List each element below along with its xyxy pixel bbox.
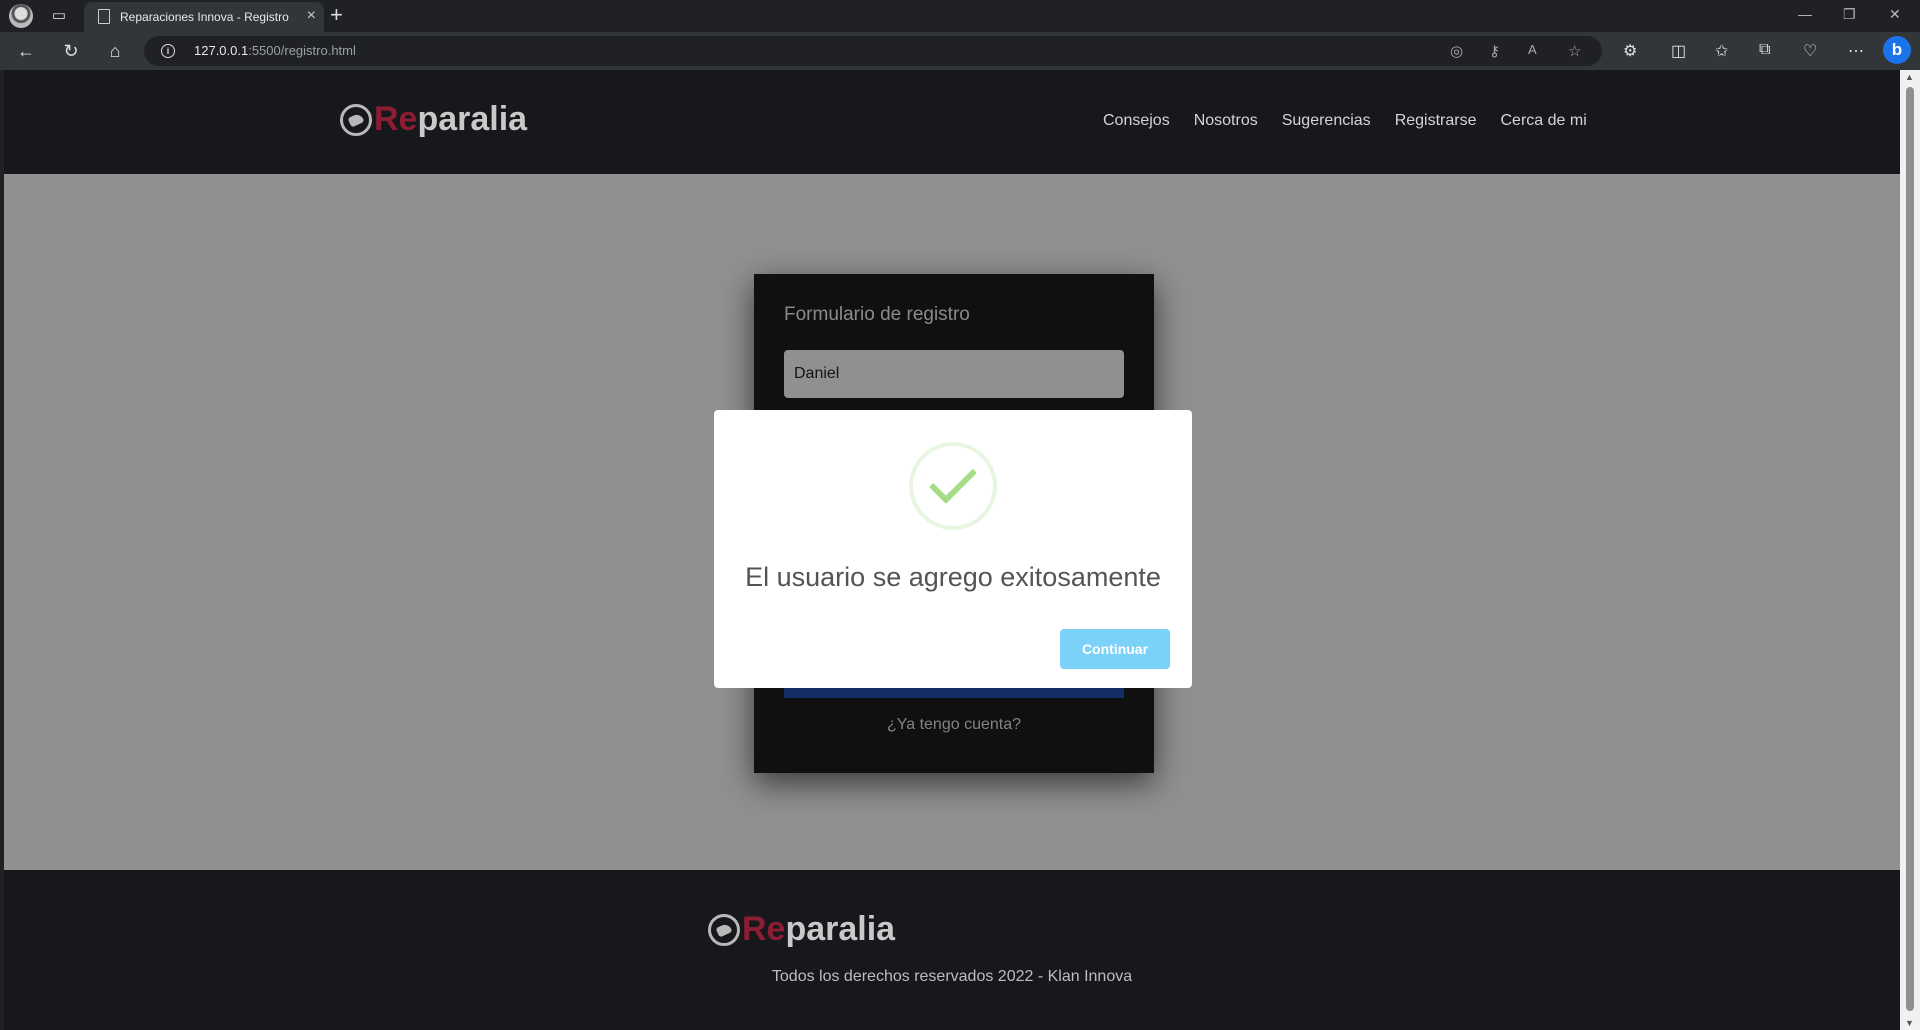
bing-copilot-icon[interactable]: b [1883, 36, 1911, 64]
favorites-icon[interactable]: ✩ [1715, 41, 1728, 61]
read-aloud-icon[interactable]: A [1528, 42, 1537, 57]
checkmark-icon [928, 455, 978, 505]
scroll-down-icon[interactable]: ▼ [1905, 1018, 1914, 1028]
logo-prefix: Re [374, 100, 418, 138]
tab-actions-icon[interactable]: ▭ [50, 7, 68, 25]
site-info-icon[interactable]: i [161, 44, 175, 58]
page-viewport: Re paralia Consejos Nosotros Sugerencias … [4, 70, 1900, 1030]
collections-icon[interactable]: ⧉ [1759, 41, 1770, 59]
favorite-star-icon[interactable]: ☆ [1568, 42, 1581, 60]
url-text: 127.0.0.1:5500/registro.html [194, 43, 356, 58]
site-header: Re paralia Consejos Nosotros Sugerencias … [4, 70, 1900, 174]
browser-toolbar: ← ↻ ⌂ i 127.0.0.1:5500/registro.html ◎ ⚷… [0, 32, 1920, 70]
profile-avatar[interactable] [9, 4, 33, 28]
main-nav: Consejos Nosotros Sugerencias Registrars… [1103, 112, 1587, 130]
address-bar[interactable]: i 127.0.0.1:5500/registro.html ◎ ⚷ A ☆ [144, 36, 1602, 66]
more-menu-icon[interactable]: ⋯ [1848, 41, 1864, 61]
logo-suffix: paralia [785, 910, 896, 948]
continue-button[interactable]: Continuar [1060, 629, 1170, 669]
header-logo[interactable]: Re paralia [340, 100, 527, 139]
nav-link-cerca-de-mi[interactable]: Cerca de mi [1501, 112, 1587, 130]
tab-title: Reparaciones Innova - Registro [120, 10, 289, 24]
footer-logo: Re paralia [708, 910, 895, 949]
site-footer: Re paralia Todos los derechos reservados … [4, 870, 1900, 1030]
document-icon [98, 9, 110, 24]
logo-mark-icon [340, 103, 372, 136]
logo-prefix: Re [742, 910, 786, 948]
location-icon[interactable]: ◎ [1450, 42, 1463, 60]
close-tab-icon[interactable]: × [307, 7, 316, 25]
minimize-icon[interactable]: — [1798, 6, 1812, 22]
copyright-text: Todos los derechos reservados 2022 - Kla… [771, 968, 1133, 985]
nav-link-consejos[interactable]: Consejos [1103, 112, 1170, 130]
home-icon[interactable]: ⌂ [103, 39, 127, 63]
extensions-icon[interactable]: ⚙ [1623, 41, 1637, 61]
success-check-icon [909, 442, 997, 530]
page-scrollbar[interactable]: ▲ ▼ [1900, 70, 1920, 1030]
scroll-thumb[interactable] [1906, 87, 1914, 1011]
logo-suffix: paralia [417, 100, 528, 138]
restore-icon[interactable]: ❐ [1843, 6, 1856, 23]
dialog-title: El usuario se agrego exitosamente [745, 562, 1161, 592]
close-window-icon[interactable]: ✕ [1889, 6, 1901, 23]
logo-mark-icon [708, 913, 740, 946]
key-icon[interactable]: ⚷ [1489, 42, 1500, 60]
health-icon[interactable]: ♡ [1803, 41, 1817, 61]
scroll-up-icon[interactable]: ▲ [1905, 72, 1914, 82]
url-path: :5500/registro.html [248, 43, 356, 58]
nav-link-nosotros[interactable]: Nosotros [1194, 112, 1258, 130]
reload-icon[interactable]: ↻ [59, 39, 83, 63]
success-dialog: El usuario se agrego exitosamente Contin… [714, 410, 1192, 688]
nav-link-registrarse[interactable]: Registrarse [1395, 112, 1477, 130]
url-host: 127.0.0.1 [194, 43, 249, 58]
browser-titlebar: ▭ Reparaciones Innova - Registro × + — ❐… [0, 0, 1920, 32]
split-screen-icon[interactable]: ◫ [1671, 41, 1686, 61]
browser-tab-active[interactable]: Reparaciones Innova - Registro × [84, 2, 324, 32]
back-icon[interactable]: ← [14, 39, 38, 63]
new-tab-icon[interactable]: + [330, 3, 343, 27]
nav-link-sugerencias[interactable]: Sugerencias [1282, 112, 1371, 130]
